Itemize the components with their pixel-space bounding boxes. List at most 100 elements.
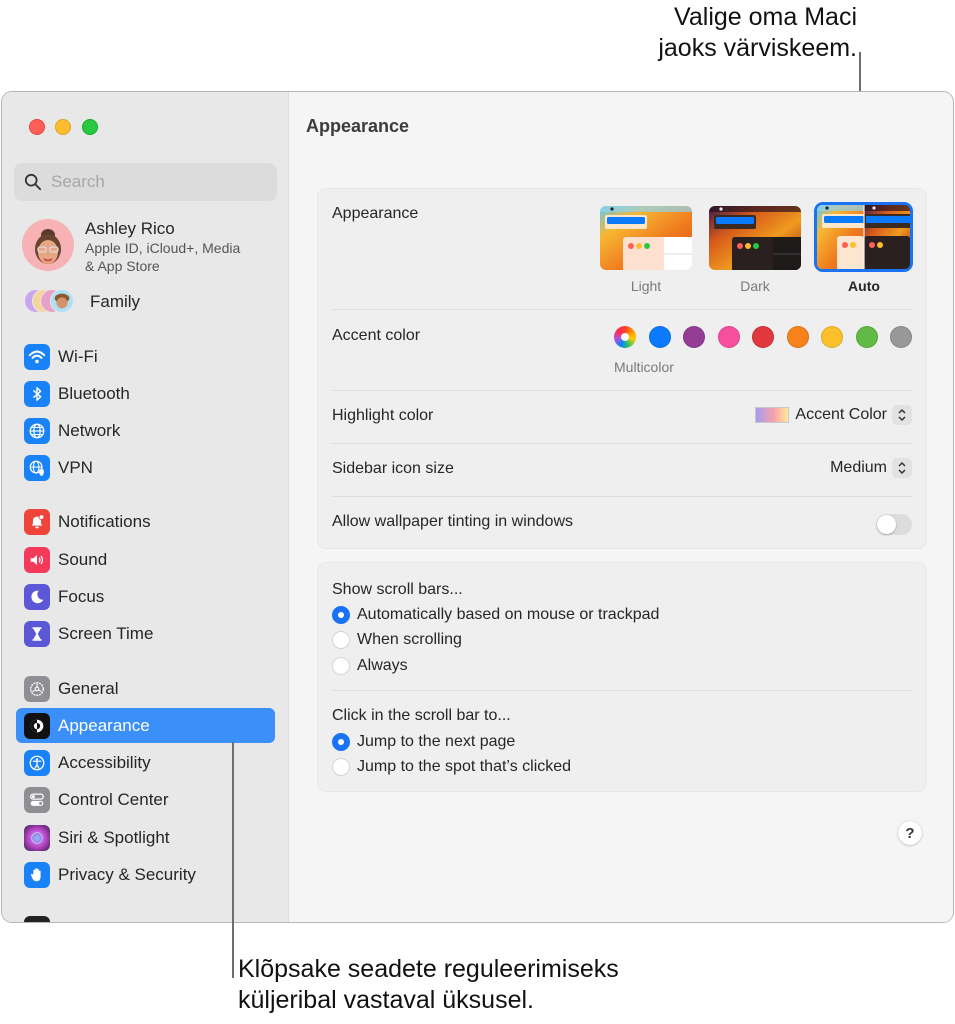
sidebar-item-vpn[interactable]: VPN — [16, 450, 275, 485]
radio-scroll-auto[interactable]: Automatically based on mouse or trackpad — [332, 606, 659, 624]
zoom-button[interactable] — [82, 119, 98, 135]
sidebar-item-partial[interactable] — [16, 911, 275, 922]
radio-button[interactable] — [332, 631, 350, 649]
sidebar-item-siri-spotlight[interactable]: Siri & Spotlight — [16, 820, 275, 855]
sidebar-item-label: Bluetooth — [58, 383, 130, 403]
accent-swatch-red[interactable] — [752, 326, 774, 348]
appearance-option-dark-label: Dark — [740, 278, 770, 294]
highlight-color-popup[interactable]: Accent Color — [755, 405, 912, 425]
accent-swatch-yellow[interactable] — [821, 326, 843, 348]
chevron-updown-icon — [892, 405, 912, 425]
sidebar-item-label: General — [58, 678, 119, 698]
sidebar-item-bluetooth[interactable]: Bluetooth — [16, 376, 275, 411]
sidebar-item-wifi[interactable]: Wi-Fi — [16, 339, 275, 374]
vpn-globe-shield-icon — [24, 454, 50, 481]
sidebar-item-family[interactable]: Family — [24, 288, 140, 316]
profile-subtitle-2: & App Store — [85, 258, 160, 274]
hourglass-icon — [24, 620, 50, 647]
sidebar-icon-size-label: Sidebar icon size — [332, 460, 454, 477]
sidebar-item-privacy-security[interactable]: Privacy & Security — [16, 857, 275, 892]
globe-icon — [24, 417, 50, 444]
system-settings-window: Ashley Rico Apple ID, iCloud+, Media & A… — [1, 91, 954, 923]
callout-sidebar: Klõpsake seadete reguleerimiseks küljeri… — [238, 954, 718, 1016]
sidebar-item-focus[interactable]: Focus — [16, 579, 275, 614]
sidebar-item-accessibility[interactable]: Accessibility — [16, 745, 275, 780]
radio-scroll-when-scrolling[interactable]: When scrolling — [332, 631, 462, 649]
profile-subtitle-1: Apple ID, iCloud+, Media — [85, 240, 241, 256]
desktop-dock-icon — [24, 915, 50, 922]
radio-label: Jump to the spot that’s clicked — [357, 758, 572, 775]
search-input[interactable] — [51, 172, 251, 192]
sidebar-item-screen-time[interactable]: Screen Time — [16, 616, 275, 651]
sidebar-item-sound[interactable]: Sound — [16, 542, 275, 577]
scroll-bars-panel: Show scroll bars... Automatically based … — [317, 562, 927, 792]
avatar — [22, 219, 74, 271]
wifi-icon — [24, 343, 50, 370]
appearance-option-light-label: Light — [630, 278, 662, 294]
sidebar-item-label: Siri & Spotlight — [58, 827, 170, 847]
family-label: Family — [90, 292, 141, 311]
sidebar-item-general[interactable]: General — [16, 671, 275, 706]
minimize-button[interactable] — [55, 119, 71, 135]
bell-icon — [24, 508, 50, 535]
click-scroll-bar-label: Click in the scroll bar to... — [332, 707, 511, 724]
apple-id-profile[interactable]: Ashley Rico Apple ID, iCloud+, Media & A… — [22, 219, 282, 277]
appearance-option-auto[interactable] — [814, 202, 913, 272]
callout-line-2: küljeribal vastaval üksusel. — [238, 986, 534, 1014]
search-icon — [24, 173, 42, 191]
close-button[interactable] — [29, 119, 45, 135]
sidebar-item-label: Control Center — [58, 789, 169, 809]
profile-name: Ashley Rico — [85, 219, 175, 238]
appearance-label: Appearance — [332, 205, 419, 222]
divider — [332, 690, 912, 691]
radio-button[interactable] — [332, 733, 350, 751]
callout-line-1: Klõpsake seadete reguleerimiseks — [238, 955, 619, 983]
radio-jump-next-page[interactable]: Jump to the next page — [332, 733, 515, 751]
speaker-icon — [24, 546, 50, 573]
radio-label: Automatically based on mouse or trackpad — [357, 606, 660, 623]
accent-swatch-pink[interactable] — [717, 326, 740, 348]
sidebar-icon-size-popup[interactable]: Medium — [830, 458, 912, 478]
sidebar-item-appearance[interactable]: Appearance — [16, 708, 275, 743]
callout-color-scheme: Valige oma Maci jaoks värviskeem. — [517, 2, 857, 64]
help-button[interactable]: ? — [898, 821, 922, 845]
sidebar-item-control-center[interactable]: Control Center — [16, 782, 275, 817]
accent-swatch-purple[interactable] — [683, 326, 705, 348]
siri-icon — [24, 824, 50, 851]
sidebar-item-label: Sound — [58, 549, 108, 569]
radio-button[interactable] — [332, 758, 350, 776]
appearance-panel: Appearance Light Dark Auto Accent color … — [317, 188, 927, 549]
sidebar-item-label: Notifications — [58, 511, 151, 531]
page-title: Appearance — [306, 116, 410, 136]
radio-label: Jump to the next page — [357, 733, 516, 750]
radio-button[interactable] — [332, 657, 350, 675]
callout-leader-bottom — [232, 742, 234, 978]
accent-swatch-orange[interactable] — [786, 326, 809, 348]
divider — [332, 309, 912, 310]
callout-line-2: jaoks värviskeem. — [658, 34, 857, 62]
hand-icon — [24, 861, 50, 888]
accent-swatch-multicolor[interactable] — [614, 326, 636, 348]
auto-mode-thumbnail-icon — [817, 205, 910, 269]
accent-swatch-graphite[interactable] — [890, 326, 912, 348]
accent-swatch-green[interactable] — [855, 326, 878, 348]
sidebar-item-label: VPN — [58, 457, 93, 477]
bluetooth-icon — [24, 380, 50, 407]
sidebar-item-notifications[interactable]: Notifications — [16, 504, 275, 539]
dark-mode-thumbnail-icon — [709, 206, 801, 270]
appearance-option-dark[interactable] — [709, 206, 801, 270]
wallpaper-tinting-toggle[interactable] — [876, 514, 912, 535]
accent-color-label: Accent color — [332, 327, 421, 344]
wallpaper-tinting-label: Allow wallpaper tinting in windows — [332, 513, 574, 530]
sidebar-item-label: Focus — [58, 586, 105, 606]
accent-color-caption: Multicolor — [614, 359, 674, 375]
sidebar-item-network[interactable]: Network — [16, 413, 275, 448]
radio-button[interactable] — [332, 606, 350, 624]
chevron-updown-icon — [892, 458, 912, 478]
search-field[interactable] — [14, 163, 277, 201]
accent-swatch-blue[interactable] — [648, 326, 671, 348]
radio-jump-spot-clicked[interactable]: Jump to the spot that’s clicked — [332, 758, 571, 776]
appearance-option-light[interactable] — [600, 206, 692, 270]
radio-scroll-always[interactable]: Always — [332, 657, 408, 675]
sidebar: Ashley Rico Apple ID, iCloud+, Media & A… — [2, 92, 289, 922]
